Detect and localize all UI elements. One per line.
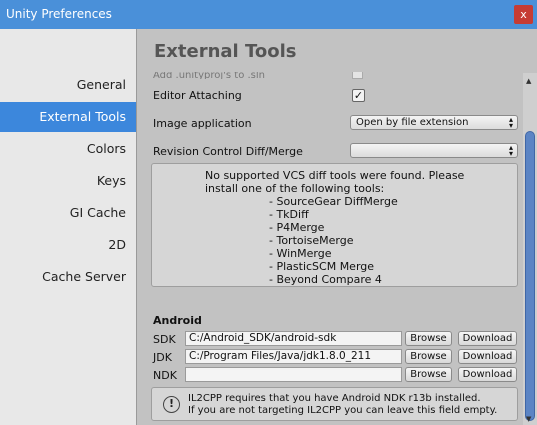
revision-control-label: Revision Control Diff/Merge	[153, 145, 303, 158]
clipped-setting-label: Add .unityproj's to .sln	[153, 72, 266, 79]
jdk-path-field[interactable]: C:/Program Files/Java/jdk1.8.0_211	[185, 349, 402, 364]
revision-control-dropdown[interactable]: ▴ ▾	[350, 143, 518, 158]
vcs-info-line: install one of the following tools:	[205, 182, 385, 195]
ndk-browse-button[interactable]: Browse	[405, 367, 452, 382]
dropdown-arrows-icon: ▴ ▾	[508, 115, 513, 130]
warning-icon: !	[163, 396, 180, 413]
vcs-tool-item: - TortoiseMerge	[269, 234, 354, 247]
title-bar: Unity Preferences x	[0, 0, 537, 29]
vertical-scrollbar[interactable]: ▲ ▼	[523, 73, 537, 425]
vcs-tool-item: - P4Merge	[269, 221, 325, 234]
dropdown-arrows-icon: ▴ ▾	[508, 143, 513, 158]
sidebar-item-colors[interactable]: Colors	[87, 134, 126, 164]
external-tools-panel: External Tools Add .unityproj's to .sln …	[138, 29, 537, 425]
help-line: If you are not targeting IL2CPP you can …	[188, 405, 498, 416]
scroll-up-arrow-icon[interactable]: ▲	[526, 77, 531, 85]
ndk-label: NDK	[153, 369, 177, 382]
editor-attaching-checkbox[interactable]: ✓	[352, 89, 365, 102]
vcs-tool-item: - PlasticSCM Merge	[269, 260, 375, 273]
window-title: Unity Preferences	[6, 7, 112, 21]
il2cpp-help-box: ! IL2CPP requires that you have Android …	[151, 387, 518, 421]
sdk-path-field[interactable]: C:/Android_SDK/android-sdk	[185, 331, 402, 346]
editor-attaching-label: Editor Attaching	[153, 89, 242, 102]
sdk-browse-button[interactable]: Browse	[405, 331, 452, 346]
android-section-title: Android	[153, 314, 202, 327]
close-icon[interactable]: x	[514, 5, 533, 24]
image-application-dropdown[interactable]: Open by file extension ▴ ▾	[350, 115, 518, 130]
help-line: IL2CPP requires that you have Android ND…	[188, 393, 481, 404]
image-application-value: Open by file extension	[356, 117, 469, 128]
jdk-label: JDK	[153, 351, 172, 364]
image-application-label: Image application	[153, 117, 252, 130]
vcs-info-box: No supported VCS diff tools were found. …	[151, 163, 518, 287]
ndk-path-field[interactable]	[185, 367, 402, 382]
sidebar-item-gi-cache[interactable]: GI Cache	[70, 198, 126, 228]
sidebar-item-general[interactable]: General	[77, 70, 126, 100]
vcs-tool-item: - WinMerge	[269, 247, 332, 260]
vcs-tool-item: - Beyond Compare 4	[269, 273, 382, 286]
jdk-browse-button[interactable]: Browse	[405, 349, 452, 364]
preferences-sidebar: General External Tools Colors Keys GI Ca…	[0, 29, 137, 425]
clipped-setting-checkbox[interactable]	[352, 72, 363, 79]
jdk-download-button[interactable]: Download	[458, 349, 517, 364]
vcs-tool-item: - SourceGear DiffMerge	[269, 195, 398, 208]
ndk-download-button[interactable]: Download	[458, 367, 517, 382]
sdk-download-button[interactable]: Download	[458, 331, 517, 346]
scroll-down-arrow-icon[interactable]: ▼	[526, 415, 531, 423]
sidebar-item-keys[interactable]: Keys	[97, 166, 126, 196]
scrollbar-thumb[interactable]	[525, 131, 535, 421]
vcs-tool-item: - TkDiff	[269, 208, 309, 221]
sidebar-item-cache-server[interactable]: Cache Server	[42, 262, 126, 292]
page-title: External Tools	[154, 41, 297, 62]
sidebar-item-external-tools[interactable]: External Tools	[0, 102, 136, 132]
sidebar-item-2d[interactable]: 2D	[108, 230, 126, 260]
vcs-info-line: No supported VCS diff tools were found. …	[205, 169, 465, 182]
sdk-label: SDK	[153, 333, 176, 346]
